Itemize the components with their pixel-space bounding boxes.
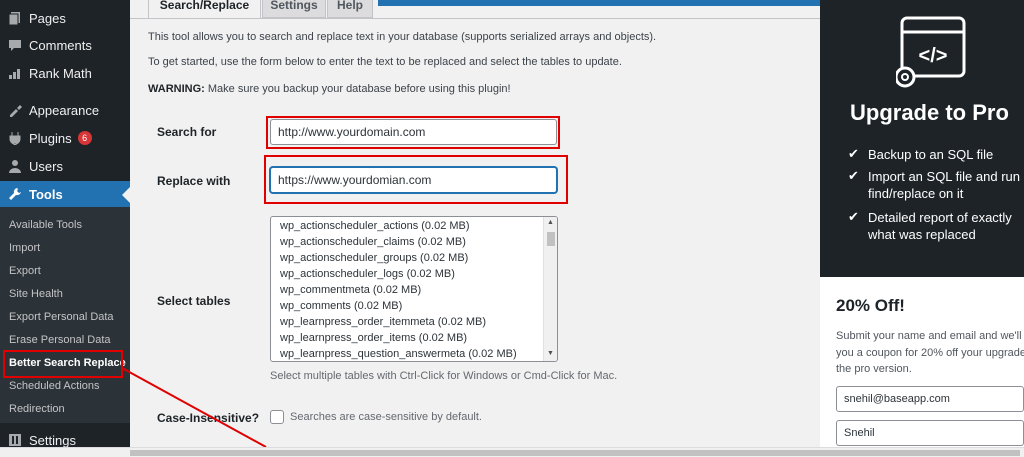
feature-text: Backup to an SQL file xyxy=(868,147,994,162)
case-insensitive-hint: Searches are case-sensitive by default. xyxy=(290,411,482,423)
table-option[interactable]: wp_learnpress_order_itemmeta (0.02 MB) xyxy=(280,316,486,328)
feature-item: ✔ Backup to an SQL file xyxy=(848,146,993,163)
table-option[interactable]: wp_learnpress_question_answermeta (0.02 … xyxy=(280,348,517,360)
feature-item: ✔ Detailed report of exactly what was rep… xyxy=(848,209,1012,243)
table-option[interactable]: wp_actionscheduler_logs (0.02 MB) xyxy=(280,268,455,280)
tables-hint: Select multiple tables with Ctrl-Click f… xyxy=(270,370,618,382)
tables-scrollbar[interactable]: ▲ ▼ xyxy=(543,217,557,361)
coupon-title: 20% Off! xyxy=(836,296,905,315)
check-icon: ✔ xyxy=(848,146,859,161)
upgrade-title: Upgrade to Pro xyxy=(850,100,1009,125)
table-option[interactable]: wp_commentmeta (0.02 MB) xyxy=(280,284,421,296)
code-window-icon: </> xyxy=(896,16,966,88)
feature-text: Detailed report of exactly what was repla… xyxy=(868,210,1012,242)
upgrade-promo-panel: </> Upgrade to Pro ✔ Backup to an SQL fi… xyxy=(820,0,1024,277)
table-option[interactable]: wp_learnpress_order_items (0.02 MB) xyxy=(280,332,467,344)
coupon-desc-line: you a coupon for 20% off your upgrade to xyxy=(836,347,1024,359)
tab-label: Help xyxy=(336,0,363,12)
annotation-arrow xyxy=(121,367,267,448)
scroll-up-icon[interactable]: ▲ xyxy=(547,219,554,226)
tables-multiselect[interactable]: wp_actionscheduler_actions (0.02 MB) wp_… xyxy=(270,216,558,362)
coupon-signup-panel: 20% Off! Submit your name and email and … xyxy=(820,277,1024,447)
coupon-desc-line: Submit your name and email and we'll sen… xyxy=(836,330,1024,342)
horizontal-scroll-thumb[interactable] xyxy=(130,450,1020,456)
scroll-down-icon[interactable]: ▼ xyxy=(547,350,554,357)
highlight-replace-input xyxy=(264,155,568,204)
table-option[interactable]: wp_actionscheduler_groups (0.02 MB) xyxy=(280,252,468,264)
check-icon: ✔ xyxy=(848,168,859,183)
scroll-thumb[interactable] xyxy=(547,232,555,246)
feature-text: Import an SQL file and run find/replace o… xyxy=(868,169,1020,201)
email-field[interactable] xyxy=(836,386,1024,412)
table-option[interactable]: wp_actionscheduler_actions (0.02 MB) xyxy=(280,220,470,232)
check-icon: ✔ xyxy=(848,209,859,224)
name-field[interactable] xyxy=(836,420,1024,446)
tab-help[interactable]: Help xyxy=(327,0,373,18)
horizontal-scrollbar[interactable] xyxy=(0,447,1024,457)
feature-item: ✔ Import an SQL file and run find/replace… xyxy=(848,168,1020,202)
table-option[interactable]: wp_actionscheduler_claims (0.02 MB) xyxy=(280,236,466,248)
svg-text:</>: </> xyxy=(919,45,948,67)
coupon-desc-line: the pro version. xyxy=(836,363,912,375)
top-accent-bar xyxy=(378,0,820,6)
highlight-search-input xyxy=(266,116,560,149)
